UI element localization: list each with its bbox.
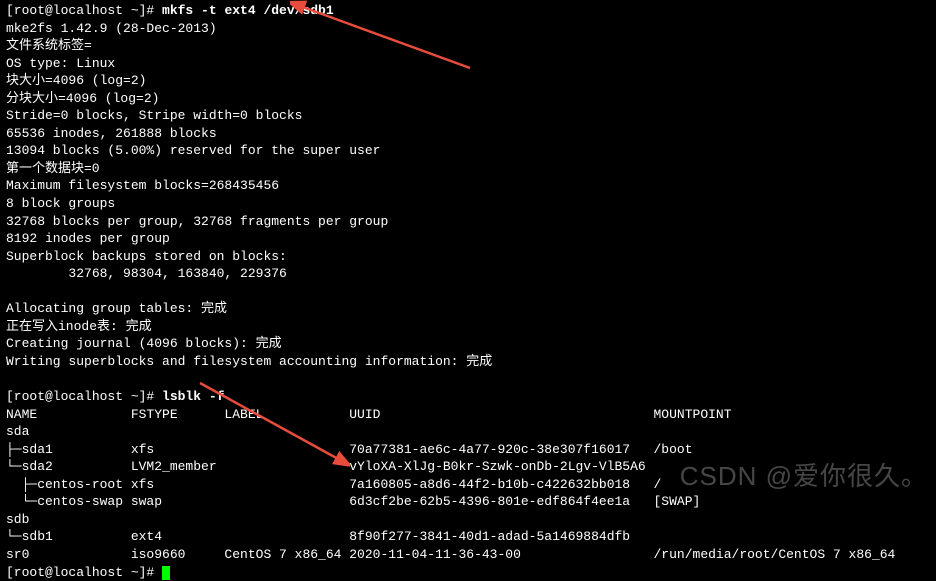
watermark-text: CSDN @爱你很久。 [680,459,928,494]
output-line: 65536 inodes, 261888 blocks [6,125,930,143]
shell-prompt: [root@localhost ~]# [6,565,162,580]
command-text: lsblk -f [162,389,224,404]
output-line: 第一个数据块=0 [6,160,930,178]
shell-prompt: [root@localhost ~]# [6,389,162,404]
prompt-line-2: [root@localhost ~]# lsblk -f [6,388,930,406]
output-line: Allocating group tables: 完成 [6,300,930,318]
output-line: Stride=0 blocks, Stripe width=0 blocks [6,107,930,125]
output-line: OS type: Linux [6,55,930,73]
output-line: mke2fs 1.42.9 (28-Dec-2013) [6,20,930,38]
output-line: 文件系统标签= [6,37,930,55]
output-line: 8 block groups [6,195,930,213]
lsblk-row: sdb [6,511,930,529]
shell-prompt: [root@localhost ~]# [6,3,162,18]
blank-line [6,370,930,388]
prompt-line-1: [root@localhost ~]# mkfs -t ext4 /dev/sd… [6,2,930,20]
output-line: 块大小=4096 (log=2) [6,72,930,90]
lsblk-row: sda [6,423,930,441]
lsblk-row: └─centos-swap swap 6d3cf2be-62b5-4396-80… [6,493,930,511]
lsblk-row: ├─sda1 xfs 70a77381-ae6c-4a77-920c-38e30… [6,441,930,459]
output-line: 32768 blocks per group, 32768 fragments … [6,213,930,231]
output-line: 13094 blocks (5.00%) reserved for the su… [6,142,930,160]
output-line: 正在写入inode表: 完成 [6,318,930,336]
lsblk-row: └─sdb1 ext4 8f90f277-3841-40d1-adad-5a14… [6,528,930,546]
prompt-line-3[interactable]: [root@localhost ~]# [6,564,930,581]
cursor-icon [162,566,170,580]
lsblk-header: NAME FSTYPE LABEL UUID MOUNTPOINT [6,406,930,424]
blank-line [6,283,930,301]
output-line: Writing superblocks and filesystem accou… [6,353,930,371]
command-text: mkfs -t ext4 /dev/sdb1 [162,3,334,18]
output-line: Creating journal (4096 blocks): 完成 [6,335,930,353]
output-line: 分块大小=4096 (log=2) [6,90,930,108]
output-line: Maximum filesystem blocks=268435456 [6,177,930,195]
output-line: Superblock backups stored on blocks: [6,248,930,266]
output-line: 32768, 98304, 163840, 229376 [6,265,930,283]
lsblk-row: sr0 iso9660 CentOS 7 x86_64 2020-11-04-1… [6,546,930,564]
output-line: 8192 inodes per group [6,230,930,248]
